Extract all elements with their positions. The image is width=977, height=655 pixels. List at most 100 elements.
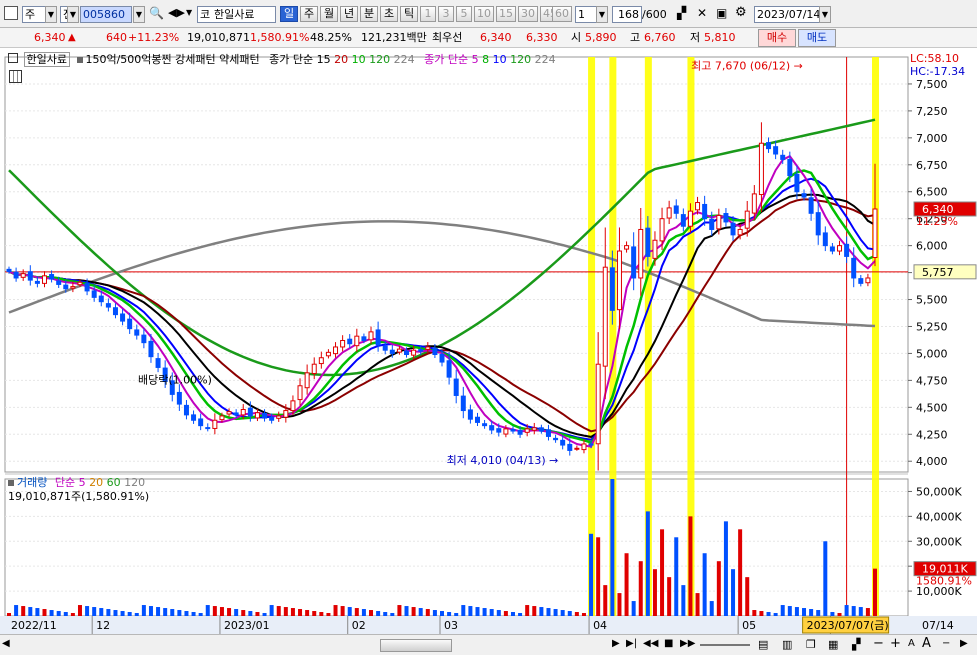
tab-day[interactable]: 일 (280, 6, 298, 22)
scroll-thumb[interactable] (380, 639, 452, 652)
volume-bar (610, 479, 615, 616)
volume-bar (759, 611, 764, 616)
volume-bar (723, 521, 728, 616)
tab-minute[interactable]: 분 (360, 6, 378, 22)
stock-name-field[interactable]: 한일사료 (212, 6, 276, 23)
volume-bar (305, 610, 310, 616)
interval-button[interactable]: 10 (474, 6, 494, 22)
volume-bar (645, 511, 650, 616)
scroll-right-end-icon[interactable]: ▶ (960, 638, 968, 649)
volume-bar (574, 612, 579, 616)
interval-button[interactable]: 15 (496, 6, 516, 22)
candle-body (297, 385, 303, 401)
candle-body (666, 207, 672, 219)
volume-bar (532, 606, 537, 616)
candle-body (616, 250, 622, 311)
date-label: 07/14 (922, 619, 954, 632)
scroll-right-icon[interactable]: ▶ (612, 638, 620, 649)
volume-bar (752, 610, 757, 616)
date-input[interactable]: 2023/07/14 (754, 6, 820, 23)
indicator-icon[interactable]: ▞ (677, 6, 686, 20)
legend-ma224b: 224 (534, 53, 556, 66)
legend-close-ma2[interactable]: 종가 단순 5 (424, 53, 478, 66)
chevron-down-icon[interactable]: ▼ (45, 6, 57, 23)
layout-icon[interactable]: ▤ (758, 638, 768, 651)
candle-body (829, 246, 835, 252)
tab-week[interactable]: 주 (300, 6, 318, 22)
play-first-icon[interactable]: ▶| (626, 638, 637, 649)
volume-bar (716, 561, 721, 616)
candle-body (290, 400, 296, 412)
split-icon[interactable]: ▥ (782, 638, 792, 651)
price-change-pct: +11.23% (128, 31, 180, 44)
sell-button[interactable]: 매도 (798, 29, 836, 47)
volume-bar (631, 601, 636, 616)
save-icon[interactable]: ▣ (716, 6, 727, 20)
play-forward-icon[interactable]: ▶▶ (680, 638, 695, 649)
candle-body (6, 268, 12, 273)
cursor-date-label: 2023/07/07(금) (807, 619, 889, 632)
zoom-out-icon[interactable]: − (873, 636, 884, 651)
chart-scrollbar[interactable]: ◀ ▶ ▶| ◀◀ ■ ▶▶ ▤ ▥ ❐ ▦ ▞ − + A A − ▶ (0, 634, 977, 655)
gear-icon[interactable]: ⚙ (735, 5, 747, 20)
search-icon[interactable]: 🔍 (149, 6, 164, 20)
window-stack-icon[interactable]: ❐ (806, 638, 816, 651)
volume-ma-label[interactable]: 단순 5 (55, 476, 86, 489)
volume-tick-label: 50,000K (916, 485, 962, 498)
count-input[interactable]: 168 (612, 6, 642, 23)
chevron-down-icon[interactable]: ▼ (133, 6, 145, 23)
candle-body (574, 447, 580, 450)
play-back-icon[interactable]: ◀◀ (643, 638, 658, 649)
tab-year[interactable]: 년 (340, 6, 358, 22)
zoom-slider[interactable] (700, 644, 750, 646)
interval-button[interactable]: 60 (552, 6, 572, 22)
candle-body (695, 202, 701, 211)
stop-icon[interactable]: ■ (664, 638, 673, 649)
buy-button[interactable]: 매수 (758, 29, 796, 47)
candle-body (517, 429, 523, 435)
legend-pattern[interactable]: 150억/500억봉찐 강세패턴 약세패턴 (85, 53, 259, 66)
candle-body (801, 193, 807, 198)
candle-body (84, 283, 90, 292)
interval-button[interactable]: 1 (420, 6, 436, 22)
mode-select[interactable]: 주 (22, 6, 46, 23)
chart-type-icon[interactable]: ▞ (852, 638, 860, 651)
legend-close-ma[interactable]: 종가 단순 15 (269, 53, 330, 66)
chevron-down-icon[interactable]: ▼ (67, 6, 79, 23)
window-icon[interactable] (4, 6, 18, 20)
zoom-in-icon[interactable]: + (890, 636, 901, 651)
interval-button[interactable]: 5 (456, 6, 472, 22)
grid-icon[interactable]: ▦ (828, 638, 838, 651)
calendar-dropdown-icon[interactable]: ▼ (819, 6, 831, 23)
tab-month[interactable]: 월 (320, 6, 338, 22)
cross-icon[interactable]: ✕ (697, 6, 707, 20)
legend-stock-name[interactable]: 한일사료 (23, 52, 70, 67)
candle-body (794, 173, 800, 193)
candle-body (460, 395, 466, 412)
price-tick-label: 5,000 (916, 347, 948, 360)
volume-bar (702, 553, 707, 616)
volume-bar (681, 585, 686, 616)
candle-body (780, 154, 786, 160)
candle-body (425, 346, 431, 350)
font-bigger-icon[interactable]: A (922, 636, 931, 651)
date-label: 03 (444, 619, 458, 632)
chevron-down-icon[interactable]: ▼ (596, 6, 608, 23)
grid-toggle-icon[interactable] (9, 70, 22, 86)
interval-input[interactable]: 1 (575, 6, 597, 23)
chevron-down-icon[interactable]: ▼ (186, 8, 192, 17)
scroll-end-icon[interactable]: − (942, 638, 950, 649)
tab-second[interactable]: 초 (380, 6, 398, 22)
scroll-left-icon[interactable]: ◀ (2, 638, 10, 649)
font-smaller-icon[interactable]: A (908, 638, 915, 649)
candle-body (333, 346, 339, 355)
legend-ma224: 224 (393, 53, 415, 66)
volume-bar (794, 607, 799, 616)
volume-label[interactable]: 거래량 (17, 476, 47, 489)
interval-button[interactable]: 3 (438, 6, 454, 22)
interval-button[interactable]: 30 (518, 6, 538, 22)
stock-code-input[interactable]: 005860 (80, 6, 132, 23)
price-chart[interactable]: 7,5007,2507,0006,7506,5006,2506,0005,750… (0, 49, 977, 634)
speaker-icon[interactable]: ◀▶ (168, 6, 185, 19)
tab-tick[interactable]: 틱 (400, 6, 418, 22)
